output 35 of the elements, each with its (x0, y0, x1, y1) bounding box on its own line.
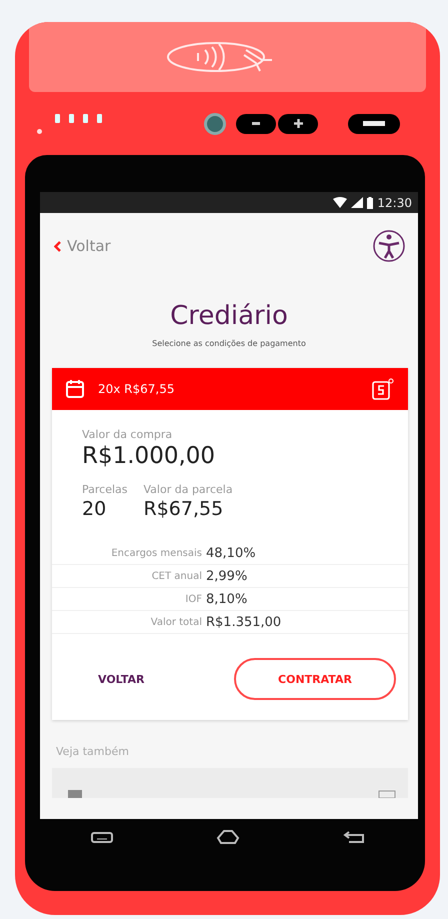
fee-value: 48,10% (206, 546, 257, 561)
power-key[interactable] (348, 114, 400, 134)
status-time: 12:30 (377, 196, 412, 210)
volume-down-key[interactable] (236, 114, 276, 134)
chevron-left-icon (54, 240, 61, 252)
page-title: Crediário (169, 301, 289, 331)
fee-label: CET anual (150, 571, 202, 582)
minus-icon (252, 122, 260, 125)
see-also-heading: Veja também (55, 744, 130, 760)
back-button[interactable]: VOLTAR (92, 672, 150, 686)
fee-value: R$1.351,00 (206, 615, 282, 630)
fee-value: 8,10% (206, 592, 248, 607)
page-subtitle: Selecione as condições de pagamento (151, 339, 307, 348)
back-link[interactable]: Voltar (54, 237, 111, 255)
installment-value-label: Valor da parcela (144, 483, 233, 496)
installments-value: 20 (82, 498, 108, 520)
battery-icon (367, 196, 374, 208)
signal-icon (351, 197, 364, 208)
wifi-icon (333, 197, 348, 208)
plan-summary: 20x R$67,55 (98, 382, 176, 396)
fee-label: IOF (184, 594, 202, 605)
purchase-label: Valor da compra (82, 428, 174, 441)
accessibility-icon[interactable] (372, 229, 406, 263)
volume-up-key[interactable] (278, 114, 318, 134)
contract-button[interactable]: CONTRATAR (234, 658, 396, 700)
fee-label: Encargos mensais (110, 548, 202, 559)
installments-label: Parcelas (82, 483, 128, 496)
bar-icon (363, 121, 385, 126)
installment-value: R$67,55 (144, 498, 224, 520)
indicator-light (37, 128, 42, 134)
camera-lens (204, 112, 226, 134)
purchase-value: R$1.000,00 (82, 443, 216, 469)
plus-icon (294, 119, 302, 128)
fee-value: 2,99% (206, 569, 248, 584)
fee-label: Valor total (150, 617, 202, 628)
